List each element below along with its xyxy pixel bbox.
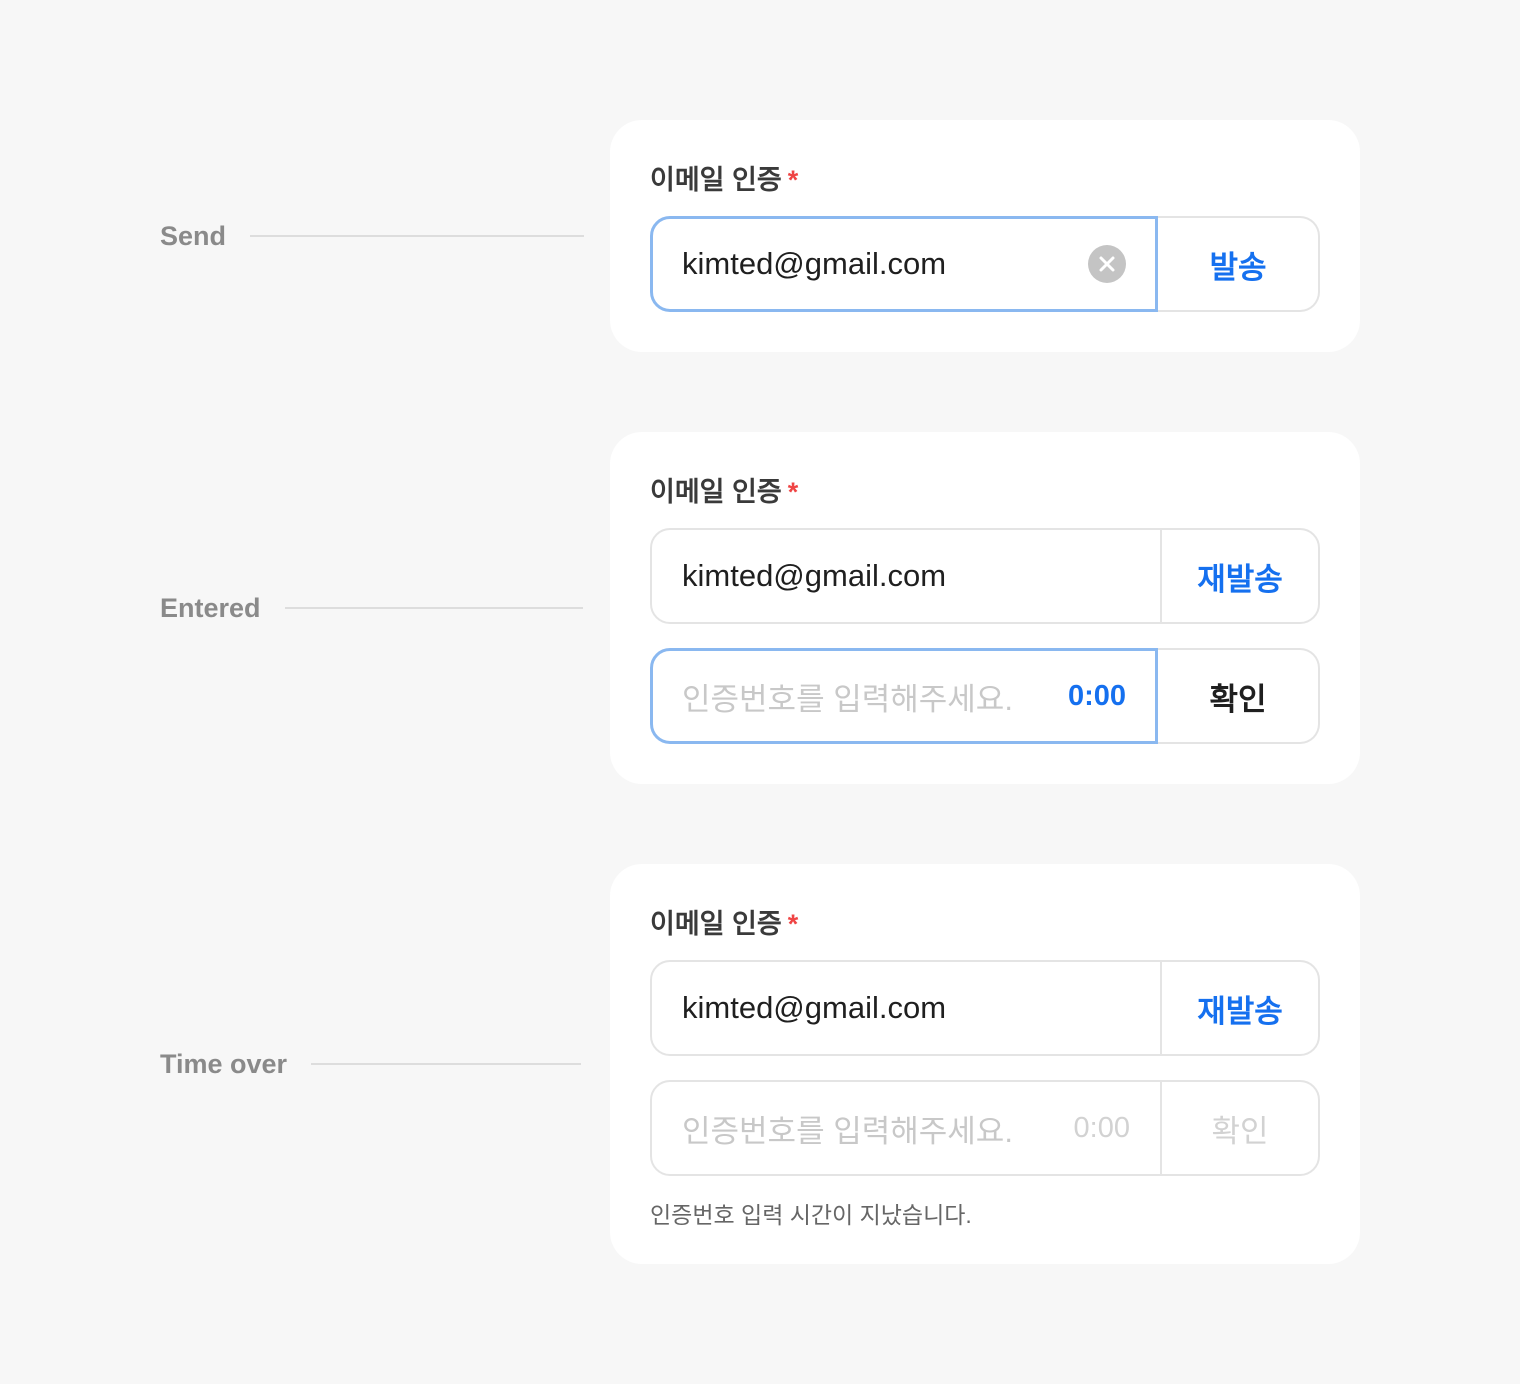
email-input[interactable]: kimted@gmail.com (652, 530, 1160, 622)
code-input-row: 인증번호를 입력해주세요. 0:00 확인 (650, 1080, 1320, 1176)
confirm-button[interactable]: 확인 (1158, 648, 1320, 744)
required-mark: * (787, 165, 799, 195)
email-verify-card-entered: 이메일 인증 * kimted@gmail.com 재발송 인증번호를 입력해주세… (610, 432, 1360, 784)
email-input-row: kimted@gmail.com 재발송 (650, 960, 1320, 1056)
required-mark: * (787, 909, 799, 939)
email-input-row: kimted@gmail.com 재발송 (650, 528, 1320, 624)
field-label: 이메일 인증 * (650, 472, 1320, 512)
code-input-row: 인증번호를 입력해주세요. 0:00 확인 (650, 648, 1320, 744)
countdown-timer: 0:00 (1067, 679, 1126, 712)
state-label-entered: Entered (160, 588, 583, 628)
send-button[interactable]: 발송 (1158, 216, 1320, 312)
countdown-timer: 0:00 (1073, 1111, 1130, 1144)
email-input[interactable]: kimted@gmail.com (652, 962, 1160, 1054)
time-over-message: 인증번호 입력 시간이 지났습니다. (650, 1202, 972, 1228)
state-label-send: Send (160, 216, 585, 256)
state-label-text: Time over (160, 1048, 288, 1079)
state-label-time-over: Time over (160, 1044, 582, 1084)
state-label-text: Send (160, 220, 227, 251)
connector-line (250, 235, 585, 237)
clear-circle-icon[interactable] (1088, 245, 1126, 283)
field-label-text: 이메일 인증 (650, 909, 782, 939)
email-input-value: kimted@gmail.com (682, 246, 947, 281)
field-label-text: 이메일 인증 (650, 165, 782, 195)
email-verify-card-send: 이메일 인증 * kimted@gmail.com 발송 (610, 120, 1360, 352)
confirm-button-disabled: 확인 (1160, 1082, 1318, 1174)
resend-button[interactable]: 재발송 (1160, 530, 1318, 622)
field-label: 이메일 인증 * (650, 904, 1320, 944)
code-placeholder: 인증번호를 입력해주세요. (682, 1113, 1013, 1149)
connector-line (284, 607, 583, 609)
connector-line (311, 1063, 582, 1065)
email-input[interactable]: kimted@gmail.com (650, 216, 1158, 312)
field-label: 이메일 인증 * (650, 160, 1320, 200)
code-placeholder: 인증번호를 입력해주세요. (682, 681, 1013, 717)
email-verify-card-time-over: 이메일 인증 * kimted@gmail.com 재발송 인증번호를 입력해주세… (610, 864, 1360, 1264)
field-label-text: 이메일 인증 (650, 477, 782, 507)
state-label-text: Entered (160, 592, 261, 623)
email-input-row: kimted@gmail.com 발송 (650, 216, 1320, 312)
email-input-value: kimted@gmail.com (682, 990, 947, 1025)
verification-code-input[interactable]: 인증번호를 입력해주세요. 0:00 (650, 648, 1158, 744)
verification-code-input: 인증번호를 입력해주세요. 0:00 (652, 1082, 1160, 1174)
email-input-value: kimted@gmail.com (682, 558, 947, 593)
required-mark: * (787, 477, 799, 507)
resend-button[interactable]: 재발송 (1160, 962, 1318, 1054)
